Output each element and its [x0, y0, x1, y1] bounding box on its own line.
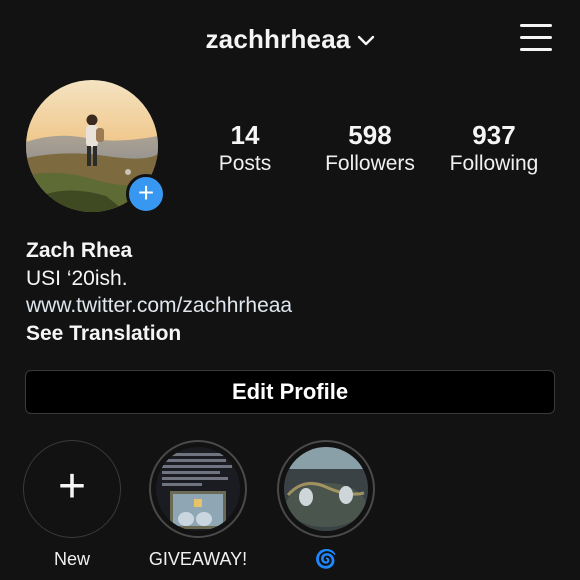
highlight-label: New — [53, 549, 90, 569]
new-highlight-circle[interactable]: + — [23, 440, 121, 538]
username-title: zachhrheaa — [205, 24, 351, 54]
bio-link[interactable]: www.twitter.com/zachhrheaa — [26, 292, 292, 320]
posts-value: 14 — [230, 120, 260, 150]
highlight-circle[interactable] — [149, 440, 247, 538]
hamburger-menu-icon[interactable] — [520, 24, 552, 52]
posts-count[interactable]: 14 Posts — [180, 120, 310, 178]
bio-text: USI ‘20ish. — [26, 266, 128, 290]
profile-screen: zachhrheaa + 14 Posts 598 Followers 937 … — [0, 0, 580, 580]
account-switcher[interactable]: zachhrheaa — [0, 24, 580, 55]
chevron-down-icon — [357, 23, 375, 54]
edit-profile-button[interactable]: Edit Profile — [25, 370, 555, 414]
highlight-new[interactable]: + New — [12, 440, 132, 570]
menu-line — [520, 48, 552, 51]
highlight-cover — [156, 447, 240, 531]
following-count[interactable]: 937 Following — [429, 120, 559, 178]
display-name: Zach Rhea — [26, 239, 133, 262]
highlight-swirl[interactable]: 🌀 — [266, 440, 386, 570]
highlight-circle[interactable] — [277, 440, 375, 538]
add-story-button[interactable]: + — [126, 174, 166, 214]
posts-label: Posts — [218, 152, 272, 175]
see-translation-link[interactable]: See Translation — [26, 320, 292, 348]
highlight-label: GIVEAWAY! — [148, 549, 248, 569]
menu-line — [520, 24, 552, 27]
following-label: Following — [449, 152, 539, 175]
followers-count[interactable]: 598 Followers — [305, 120, 435, 178]
plus-icon: + — [57, 460, 87, 513]
followers-value: 598 — [348, 120, 392, 150]
top-bar: zachhrheaa — [0, 18, 580, 62]
following-value: 937 — [472, 120, 516, 150]
highlight-cover — [284, 447, 368, 531]
highlight-label: 🌀 — [314, 549, 338, 569]
followers-label: Followers — [325, 152, 415, 175]
plus-icon: + — [137, 177, 155, 208]
profile-bio: Zach Rhea USI ‘20ish. www.twitter.com/za… — [26, 237, 292, 347]
menu-line — [520, 36, 552, 39]
highlight-giveaway[interactable]: GIVEAWAY! — [138, 440, 258, 570]
